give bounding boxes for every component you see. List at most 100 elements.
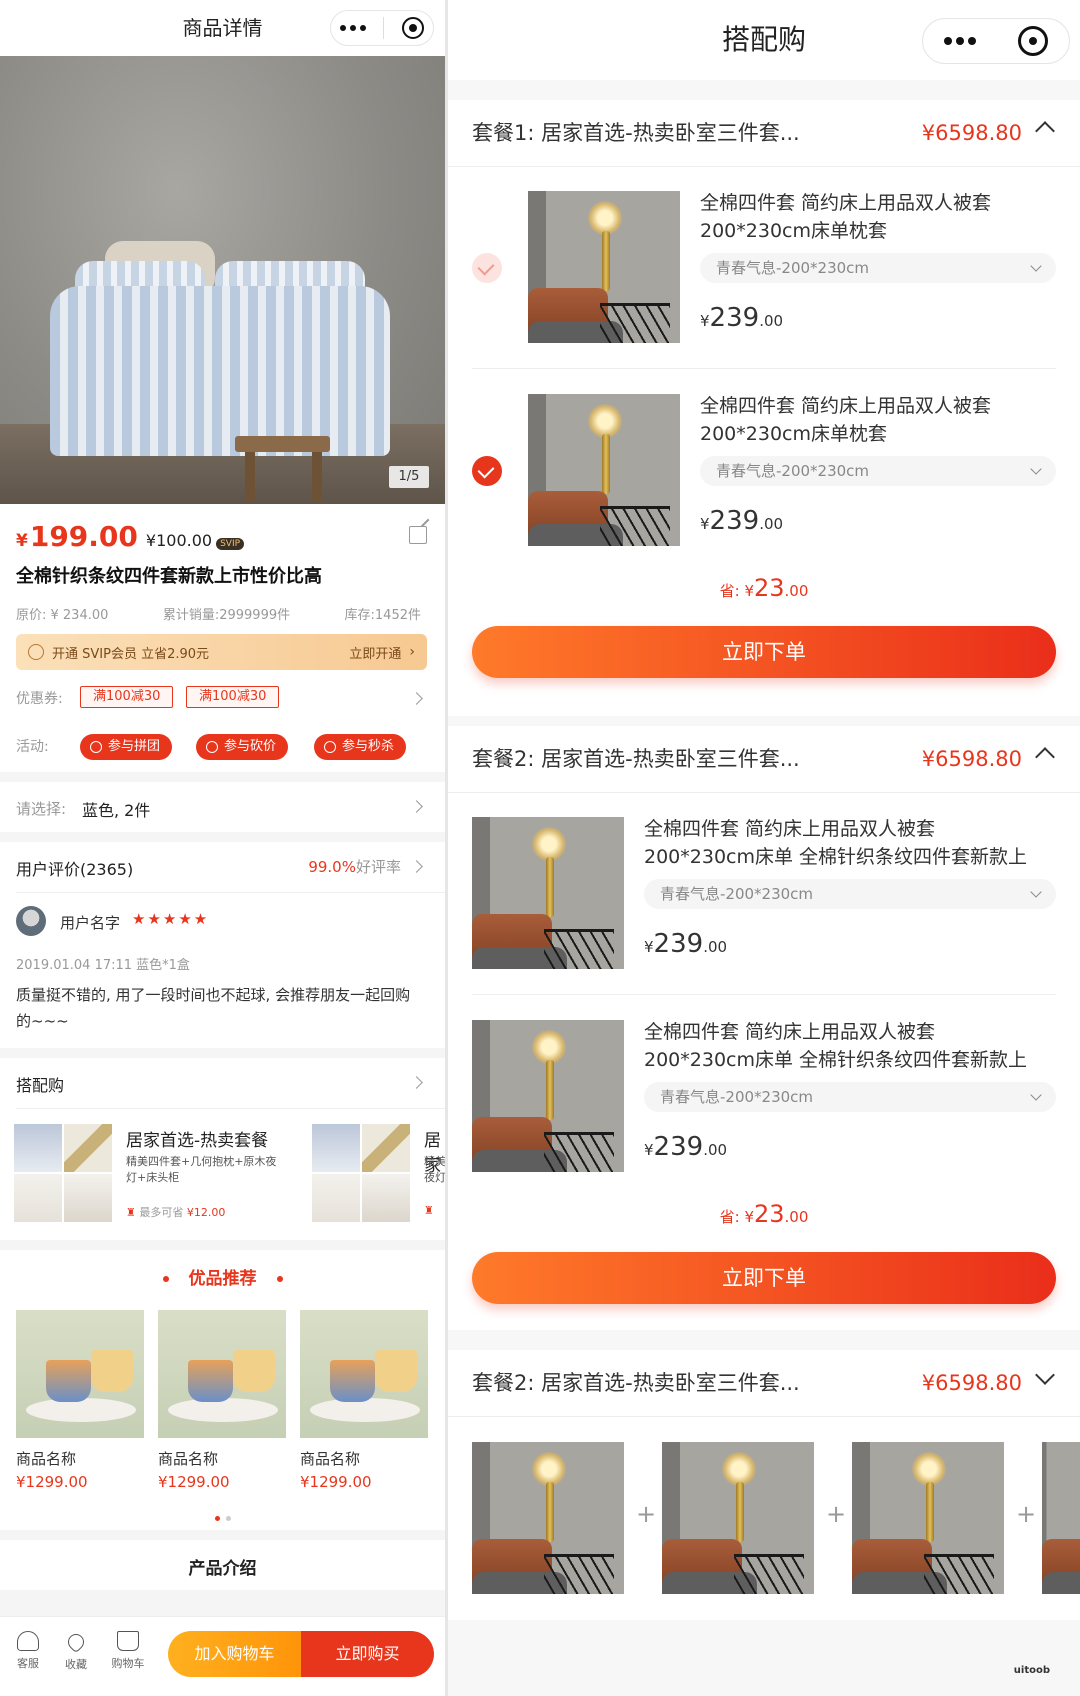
recommend-price: ¥1299.00: [300, 1473, 372, 1491]
product-title: 全棉针织条纹四件套新款上市性价比高: [16, 566, 322, 587]
favorite-button[interactable]: 收藏: [56, 1630, 96, 1672]
more-icon[interactable]: [339, 25, 366, 31]
cart-button[interactable]: 购物车: [108, 1631, 148, 1671]
close-target-icon[interactable]: [402, 17, 425, 39]
bottom-action-bar: 客服 收藏 购物车 加入购物车 立即购买: [0, 1616, 445, 1696]
spec-dropdown[interactable]: 青春气息-200*230cm: [644, 879, 1056, 909]
package-price: ¥6598.80: [921, 121, 1022, 145]
close-target-icon[interactable]: [1018, 26, 1048, 56]
chevron-up-icon[interactable]: [1035, 121, 1055, 141]
bargain-button[interactable]: 参与砍价: [196, 734, 289, 760]
price-int: 239: [709, 506, 760, 536]
moneybag-icon: ♜: [424, 1204, 434, 1217]
chevron-right-icon: ›: [409, 644, 415, 660]
recommend-price: ¥1299.00: [158, 1473, 230, 1491]
combo-saving-prefix: 最多可省: [139, 1206, 184, 1219]
intro-title: 产品介绍: [188, 1559, 257, 1579]
item-checkbox[interactable]: [472, 253, 502, 283]
chevron-down-icon[interactable]: [1035, 1365, 1055, 1385]
item-title: 全棉四件套 简约床上用品双人被套200*230cm床单枕套: [700, 192, 992, 242]
mini-program-capsule: [922, 18, 1070, 64]
price-int: 239: [653, 1132, 704, 1162]
recommend-price: ¥1299.00: [16, 1473, 88, 1491]
recommend-card[interactable]: 商品名称 ¥1299.00: [16, 1310, 144, 1491]
package-title[interactable]: 套餐2: 居家首选-热卖卧室三件套...: [472, 1350, 800, 1416]
product-thumbnail[interactable]: [528, 394, 680, 546]
saving-label: 省:: [719, 582, 745, 600]
product-thumbnail[interactable]: [472, 817, 624, 969]
buy-now-button[interactable]: 立即购买: [301, 1631, 434, 1677]
svip-banner-text: 开通 SVIP会员 立省2.90元: [52, 646, 210, 662]
product-image-carousel[interactable]: 1/5: [0, 56, 445, 504]
svip-banner[interactable]: 开通 SVIP会员 立省2.90元 立即开通 ›: [16, 634, 427, 670]
lightning-icon: [324, 741, 336, 753]
product-thumbnail[interactable]: [528, 191, 680, 343]
carousel-indicator: [0, 1506, 445, 1525]
review-section: 用户评价(2365) 99.0%好评率 用户名字 ★★★★★ 2019.01.0…: [0, 842, 445, 1048]
original-price: 原价: ¥ 234.00: [16, 608, 109, 623]
nav-bar: 搭配购: [448, 0, 1080, 80]
order-now-button[interactable]: 立即下单: [472, 626, 1056, 678]
package-item: 全棉四件套 简约床上用品双人被套200*230cm床单枕套 青春气息-200*2…: [448, 370, 1080, 572]
share-icon[interactable]: [409, 526, 427, 544]
price-row: ¥199.00 ¥100.00 SVIP: [16, 520, 245, 553]
product-thumbnail: [16, 1310, 144, 1438]
add-to-cart-button[interactable]: 加入购物车: [168, 1631, 301, 1677]
order-now-button[interactable]: 立即下单: [472, 1252, 1056, 1304]
combo-desc: 精美四件套+几何抱枕+原木夜灯+床头柜: [126, 1155, 277, 1184]
plus-icon: +: [826, 1500, 847, 1528]
chevron-right-icon[interactable]: [410, 1076, 423, 1089]
svip-open-link[interactable]: 立即开通: [349, 643, 401, 662]
item-price: ¥239.00: [700, 506, 783, 536]
recommend-card[interactable]: 商品名称 ¥1299.00: [300, 1310, 428, 1491]
plus-icon: +: [1016, 1500, 1037, 1528]
product-thumbnail[interactable]: [472, 1442, 624, 1594]
divider: [448, 1416, 1080, 1417]
hero-stool-leg: [312, 452, 322, 502]
package-title[interactable]: 套餐2: 居家首选-热卖卧室三件套...: [472, 726, 800, 792]
group-buy-label: 参与拼团: [108, 739, 161, 754]
item-title: 全棉四件套 简约床上用品双人被套200*230cm床单枕套: [700, 395, 992, 445]
price-int: 239: [709, 303, 760, 333]
product-thumbnail[interactable]: [662, 1442, 814, 1594]
item-price: ¥239.00: [644, 1132, 727, 1162]
package-panel: 套餐2: 居家首选-热卖卧室三件套... ¥6598.80 + + +: [448, 1350, 1080, 1620]
chevron-right-icon[interactable]: [410, 860, 423, 873]
price-dec: .00: [759, 312, 784, 330]
image-counter: 1/5: [389, 466, 429, 488]
combo-thumbnail-grid[interactable]: [312, 1124, 410, 1222]
flash-sale-button[interactable]: 参与秒杀: [314, 734, 407, 760]
more-icon[interactable]: [944, 37, 976, 45]
spec-selector[interactable]: 请选择: 蓝色, 2件: [0, 782, 445, 832]
package-title[interactable]: 套餐1: 居家首选-热卖卧室三件套...: [472, 100, 800, 166]
group-buy-button[interactable]: 参与拼团: [80, 734, 173, 760]
product-thumbnail[interactable]: [852, 1442, 1004, 1594]
coupon-tag[interactable]: 满100减30: [80, 686, 174, 708]
package-panel: 套餐1: 居家首选-热卖卧室三件套... ¥6598.80 全棉四件套 简约床上…: [448, 100, 1080, 716]
item-checkbox[interactable]: [472, 456, 502, 486]
watermark-logo: uitoob: [1013, 1665, 1050, 1676]
mini-program-capsule: [330, 10, 434, 46]
recommend-name: 商品名称: [300, 1450, 361, 1468]
recommend-card[interactable]: 商品名称 ¥1299.00: [158, 1310, 286, 1491]
positive-rate[interactable]: 99.0%好评率: [308, 856, 401, 877]
saving-label: 省:: [719, 1208, 745, 1226]
coupon-tag[interactable]: 满100减30: [186, 686, 280, 708]
package-item: 全棉四件套 简约床上用品双人被套200*230cm床单 全棉针织条纹四件套新款上…: [448, 996, 1080, 1198]
product-thumbnail[interactable]: [1042, 1442, 1080, 1594]
service-button[interactable]: 客服: [8, 1631, 48, 1671]
chevron-right-icon: [410, 800, 423, 813]
combo-thumbnail-grid[interactable]: [14, 1124, 112, 1222]
divider: [16, 892, 445, 893]
chevron-right-icon[interactable]: [410, 692, 423, 705]
item-title: 全棉四件套 简约床上用品双人被套200*230cm床单 全棉针织条纹四件套新款上…: [644, 818, 1028, 868]
spec-dropdown[interactable]: 青春气息-200*230cm: [700, 456, 1056, 486]
spec-dropdown[interactable]: 青春气息-200*230cm: [700, 253, 1056, 283]
product-thumbnail[interactable]: [472, 1020, 624, 1172]
stock-count: 库存:1452件: [344, 608, 421, 623]
spec-dropdown[interactable]: 青春气息-200*230cm: [644, 1082, 1056, 1112]
package-panel: 套餐2: 居家首选-热卖卧室三件套... ¥6598.80 全棉四件套 简约床上…: [448, 726, 1080, 1330]
cart-icon: [117, 1631, 139, 1651]
hero-bed: [50, 286, 390, 456]
chevron-up-icon[interactable]: [1035, 747, 1055, 767]
